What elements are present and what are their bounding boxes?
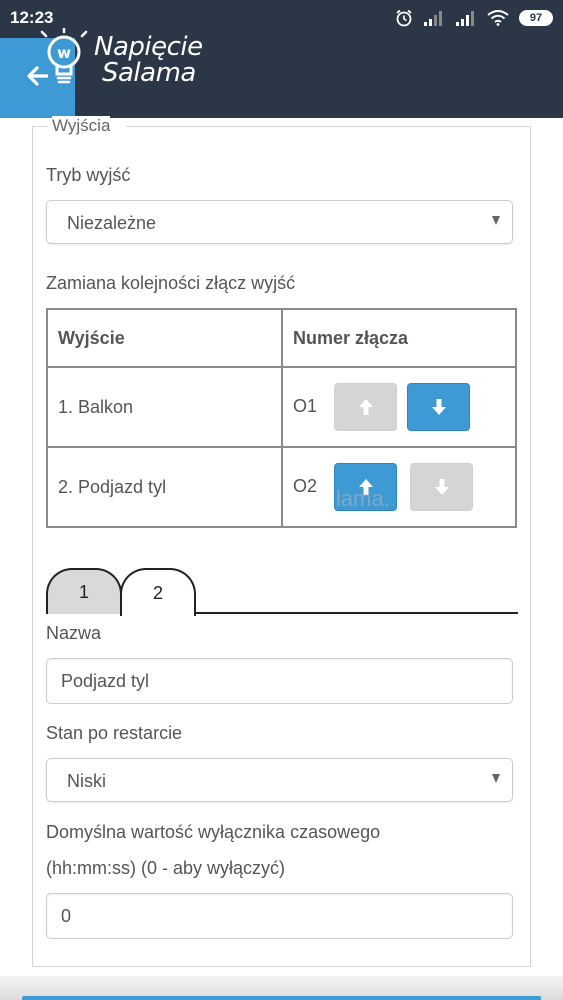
save-bar[interactable] bbox=[22, 996, 541, 1000]
timer-label-hint: (hh:mm:ss) (0 - aby wyłączyć) bbox=[46, 858, 286, 878]
move-up-button[interactable] bbox=[334, 383, 397, 431]
watermark: lama. bbox=[336, 486, 390, 511]
fieldset-border bbox=[126, 126, 531, 127]
move-down-button[interactable] bbox=[410, 463, 473, 511]
arrow-down-icon bbox=[434, 479, 449, 495]
status-icons: 97 bbox=[395, 8, 553, 28]
tab-output-2[interactable]: 2 bbox=[120, 568, 196, 616]
move-down-button[interactable] bbox=[407, 383, 470, 431]
column-header-connector: Numer złącza bbox=[281, 308, 517, 368]
chevron-down-icon bbox=[492, 774, 500, 783]
battery-indicator: 97 bbox=[519, 10, 553, 26]
signal-icon bbox=[424, 11, 442, 26]
alarm-icon bbox=[396, 9, 412, 27]
restart-state-select[interactable]: Niski bbox=[46, 758, 513, 802]
name-input[interactable]: Podjazd tyl bbox=[46, 658, 513, 704]
status-time: 12:23 bbox=[10, 8, 54, 27]
output-name: 2. Podjazd tyl bbox=[46, 446, 283, 528]
table-row: 1. Balkon O1 bbox=[46, 366, 517, 448]
output-mode-select[interactable]: Niezależne bbox=[46, 200, 513, 244]
wifi-icon bbox=[487, 10, 509, 26]
app-header: 12:23 97 w Napięcie Salama bbox=[0, 0, 563, 118]
fieldset-legend: Wyjścia bbox=[52, 116, 111, 136]
table-header-row: Wyjście Numer złącza bbox=[46, 308, 517, 368]
svg-text:w: w bbox=[57, 44, 71, 62]
signal-icon-2 bbox=[456, 11, 474, 26]
arrow-up-icon bbox=[358, 399, 373, 415]
brand-line-1: Napięcie bbox=[94, 32, 203, 62]
output-name: 1. Balkon bbox=[46, 366, 283, 448]
lightbulb-icon: w bbox=[40, 28, 88, 84]
restart-state-label: Stan po restarcie bbox=[46, 723, 183, 743]
tab-output-1[interactable]: 1 bbox=[46, 568, 122, 614]
connector-number: O2 bbox=[293, 476, 318, 496]
fieldset-border bbox=[32, 126, 48, 127]
connector-number: O1 bbox=[293, 396, 318, 416]
restart-state-value: Niski bbox=[67, 771, 106, 791]
brand-name: Napięcie Salama bbox=[94, 34, 203, 86]
output-mode-value: Niezależne bbox=[67, 213, 157, 233]
swap-label: Zamiana kolejności złącz wyjść bbox=[46, 273, 296, 293]
timer-input[interactable]: 0 bbox=[46, 893, 513, 939]
chevron-down-icon bbox=[492, 216, 500, 225]
output-mode-label: Tryb wyjść bbox=[46, 165, 131, 185]
table-row: 2. Podjazd tyl O2 bbox=[46, 446, 517, 528]
connector-cell: O1 bbox=[281, 366, 517, 448]
arrow-down-icon bbox=[431, 399, 446, 415]
brand-line-2: Salama bbox=[102, 58, 196, 88]
connector-swap-table: Wyjście Numer złącza 1. Balkon O1 2. Pod… bbox=[46, 308, 517, 528]
connector-cell: O2 bbox=[281, 446, 517, 528]
column-header-output: Wyjście bbox=[46, 308, 283, 368]
brand-logo: w Napięcie Salama bbox=[34, 28, 214, 92]
name-label: Nazwa bbox=[46, 623, 102, 643]
timer-label: Domyślna wartość wyłącznika czasowego bbox=[46, 822, 381, 842]
